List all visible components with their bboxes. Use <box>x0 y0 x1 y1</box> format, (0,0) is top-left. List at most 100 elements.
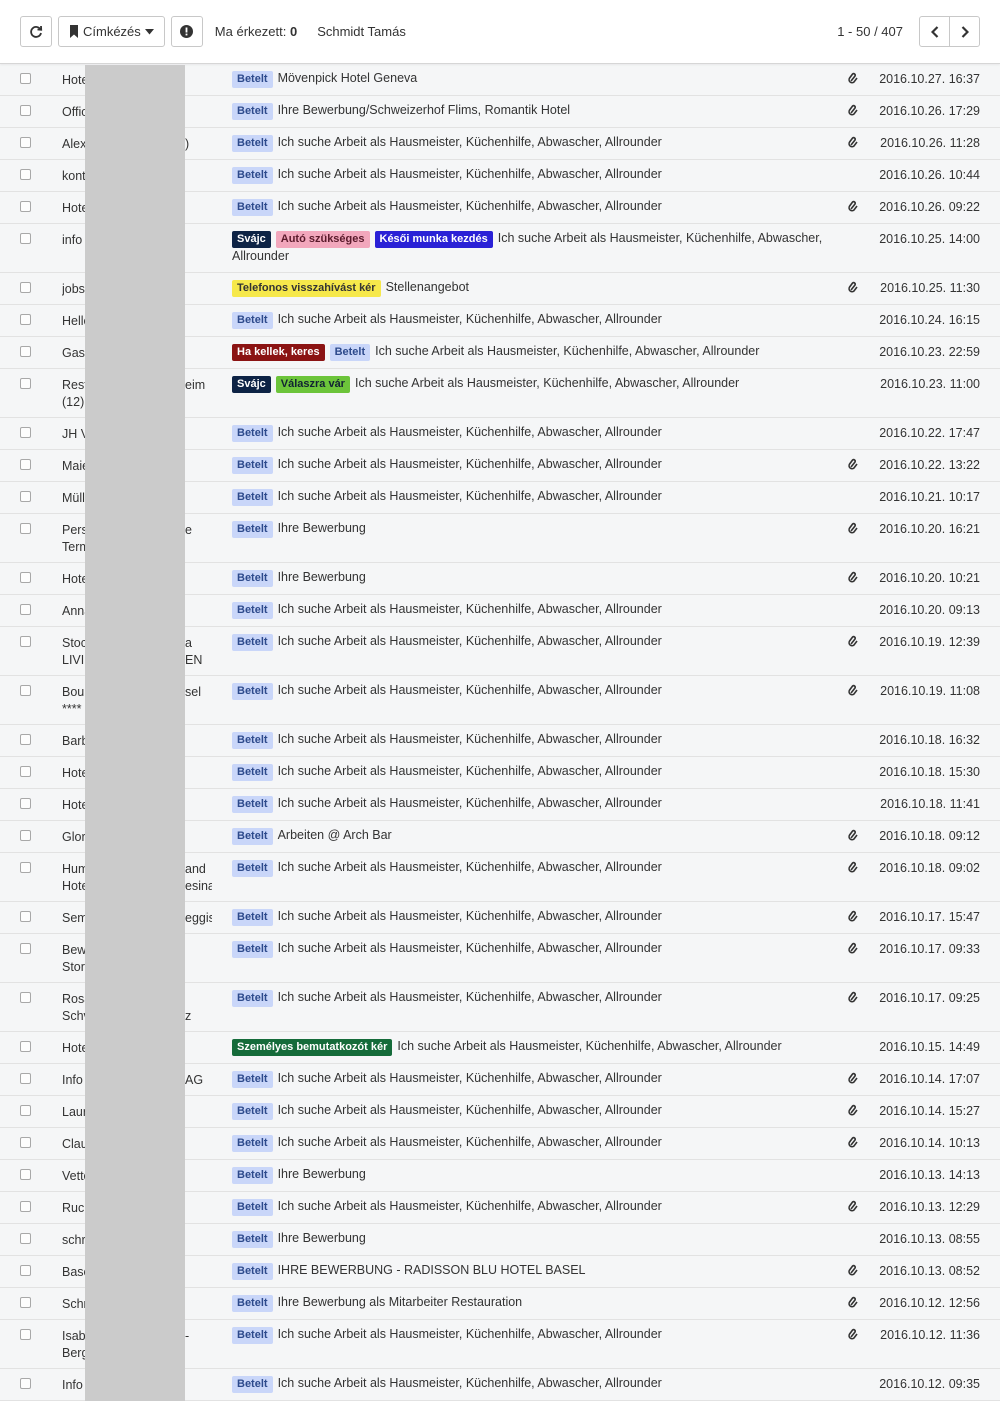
row-checkbox[interactable] <box>20 1201 31 1212</box>
label-tag[interactable]: Svájc <box>232 231 271 248</box>
paperclip-icon <box>848 1200 858 1212</box>
paperclip-icon <box>848 104 858 116</box>
redaction-overlay <box>85 65 185 1401</box>
prev-page-button[interactable] <box>919 16 950 47</box>
label-tag[interactable]: Betelt <box>232 1103 273 1120</box>
row-checkbox[interactable] <box>20 1378 31 1389</box>
label-tag[interactable]: Betelt <box>232 71 273 88</box>
row-checkbox[interactable] <box>20 766 31 777</box>
subject-text: Ihre Bewerbung <box>277 570 366 584</box>
row-checkbox[interactable] <box>20 572 31 583</box>
label-tag[interactable]: Betelt <box>232 764 273 781</box>
label-tag[interactable]: Betelt <box>329 344 371 361</box>
label-tag[interactable]: Betelt <box>232 167 273 184</box>
row-checkbox[interactable] <box>20 459 31 470</box>
today-label: Ma érkezett: <box>214 24 287 39</box>
row-checkbox[interactable] <box>20 1329 31 1340</box>
row-checkbox[interactable] <box>20 992 31 1003</box>
label-tag[interactable]: Késői munka kezdés <box>374 231 493 248</box>
label-tag[interactable]: Betelt <box>232 796 273 813</box>
row-checkbox[interactable] <box>20 1265 31 1276</box>
row-checkbox[interactable] <box>20 282 31 293</box>
row-checkbox[interactable] <box>20 491 31 502</box>
label-tag[interactable]: Betelt <box>232 570 273 587</box>
label-tag[interactable]: Betelt <box>232 1295 273 1312</box>
today-arrived: Ma érkezett: 0 <box>215 24 297 39</box>
label-tag[interactable]: Betelt <box>232 602 273 619</box>
label-tag[interactable]: Betelt <box>232 683 273 700</box>
row-checkbox[interactable] <box>20 1073 31 1084</box>
sender-line: Rest <box>62 378 88 392</box>
row-checkbox[interactable] <box>20 346 31 357</box>
row-checkbox[interactable] <box>20 378 31 389</box>
label-tag[interactable]: Betelt <box>232 199 273 216</box>
row-checkbox[interactable] <box>20 1041 31 1052</box>
row-checkbox[interactable] <box>20 636 31 647</box>
row-checkbox[interactable] <box>20 1233 31 1244</box>
label-tag[interactable]: Betelt <box>232 860 273 877</box>
label-tag[interactable]: Betelt <box>232 521 273 538</box>
label-tag[interactable]: Betelt <box>232 990 273 1007</box>
label-tag[interactable]: Betelt <box>232 103 273 120</box>
label-tag[interactable]: Autó szükséges <box>275 231 370 248</box>
label-tag[interactable]: Betelt <box>232 909 273 926</box>
label-tag[interactable]: Betelt <box>232 312 273 329</box>
label-tag[interactable]: Betelt <box>232 732 273 749</box>
row-checkbox[interactable] <box>20 137 31 148</box>
subject-text: Ich suche Arbeit als Hausmeister, Küchen… <box>277 489 662 503</box>
label-tag[interactable]: Betelt <box>232 1071 273 1088</box>
label-tag[interactable]: Ha kellek, keres <box>232 344 325 361</box>
subject-cell: Betelt Ich suche Arbeit als Hausmeister, … <box>232 763 827 781</box>
spam-button[interactable] <box>170 16 203 47</box>
label-tag[interactable]: Betelt <box>232 1167 273 1184</box>
label-tag[interactable]: Betelt <box>232 828 273 845</box>
label-tag[interactable]: Betelt <box>232 1135 273 1152</box>
subject-text: Ich suche Arbeit als Hausmeister, Küchen… <box>277 1327 662 1341</box>
label-tag[interactable]: Válaszra vár <box>275 376 350 393</box>
row-checkbox[interactable] <box>20 523 31 534</box>
row-checkbox[interactable] <box>20 201 31 212</box>
row-checkbox[interactable] <box>20 233 31 244</box>
label-dropdown-button[interactable]: Címkézés <box>58 16 165 47</box>
label-tag[interactable]: Betelt <box>232 489 273 506</box>
label-tag[interactable]: Betelt <box>232 941 273 958</box>
row-checkbox[interactable] <box>20 105 31 116</box>
label-tag[interactable]: Telefonos visszahívást kér <box>232 280 381 297</box>
received-date: 2016.10.18. 11:41 <box>880 797 980 811</box>
received-date: 2016.10.20. 09:13 <box>879 603 980 617</box>
row-checkbox[interactable] <box>20 734 31 745</box>
row-checkbox[interactable] <box>20 685 31 696</box>
label-tag[interactable]: Betelt <box>232 1376 273 1393</box>
label-tag[interactable]: Betelt <box>232 634 273 651</box>
row-checkbox[interactable] <box>20 1105 31 1116</box>
label-tag[interactable]: Betelt <box>232 1327 273 1344</box>
label-tag[interactable]: Betelt <box>232 135 273 152</box>
label-tag[interactable]: Svájc <box>232 376 271 393</box>
label-tag[interactable]: Betelt <box>232 1199 273 1216</box>
row-checkbox[interactable] <box>20 314 31 325</box>
row-checkbox[interactable] <box>20 73 31 84</box>
row-checkbox[interactable] <box>20 862 31 873</box>
label-tag[interactable]: Betelt <box>232 457 273 474</box>
row-checkbox[interactable] <box>20 1297 31 1308</box>
row-checkbox[interactable] <box>20 798 31 809</box>
row-checkbox[interactable] <box>20 1169 31 1180</box>
label-tag[interactable]: Betelt <box>232 1231 273 1248</box>
received-date: 2016.10.12. 11:36 <box>880 1328 980 1342</box>
subject-cell: Betelt Ihre Bewerbung <box>232 1230 827 1248</box>
row-checkbox[interactable] <box>20 427 31 438</box>
row-checkbox[interactable] <box>20 943 31 954</box>
row-checkbox[interactable] <box>20 604 31 615</box>
next-page-button[interactable] <box>949 16 980 47</box>
sender-line: schr <box>62 1233 86 1247</box>
sender-line: Bou <box>62 685 85 699</box>
label-tag[interactable]: Személyes bemutatkozót kér <box>232 1039 393 1056</box>
row-checkbox[interactable] <box>20 830 31 841</box>
refresh-button[interactable] <box>20 16 52 47</box>
label-tag[interactable]: Betelt <box>232 425 273 442</box>
row-checkbox[interactable] <box>20 911 31 922</box>
row-checkbox[interactable] <box>20 1137 31 1148</box>
label-tag[interactable]: Betelt <box>232 1263 273 1280</box>
row-checkbox[interactable] <box>20 169 31 180</box>
received-date: 2016.10.13. 08:55 <box>879 1232 980 1246</box>
